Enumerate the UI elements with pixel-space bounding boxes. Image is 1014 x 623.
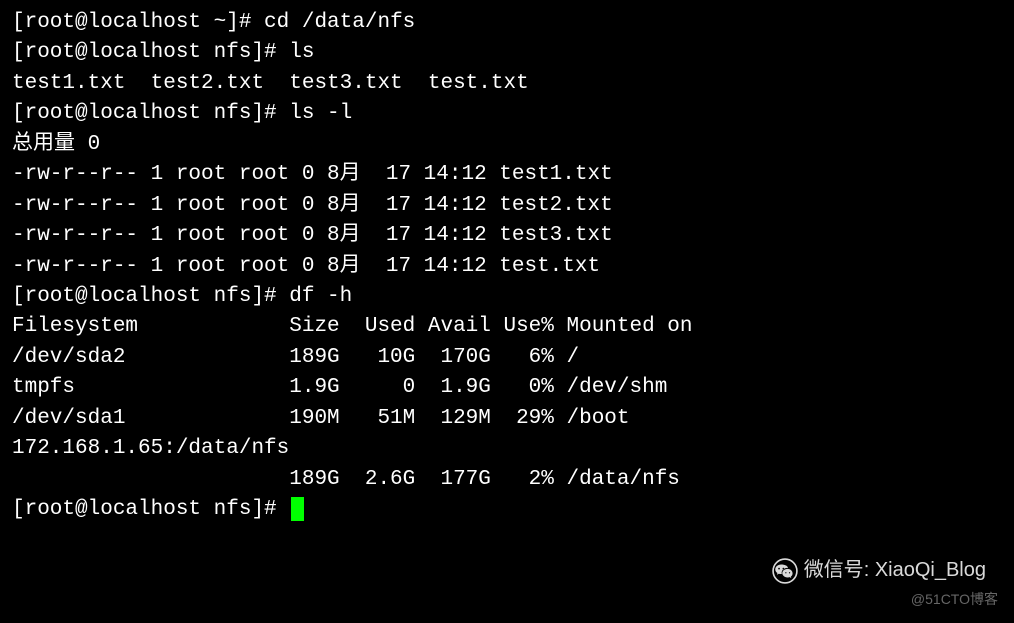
terminal-line: Filesystem Size Used Avail Use% Mounted … bbox=[12, 312, 1002, 342]
terminal-line: [root@localhost nfs]# ls bbox=[12, 38, 1002, 68]
shell-prompt: [root@localhost nfs]# bbox=[12, 102, 289, 125]
wechat-icon bbox=[772, 558, 798, 584]
shell-prompt: [root@localhost ~]# bbox=[12, 11, 264, 34]
shell-command: cd /data/nfs bbox=[264, 11, 415, 34]
terminal-line: [root@localhost ~]# cd /data/nfs bbox=[12, 8, 1002, 38]
terminal-line: [root@localhost nfs]# df -h bbox=[12, 282, 1002, 312]
shell-prompt: [root@localhost nfs]# bbox=[12, 41, 289, 64]
terminal-line: test1.txt test2.txt test3.txt test.txt bbox=[12, 69, 1002, 99]
terminal-line: tmpfs 1.9G 0 1.9G 0% /dev/shm bbox=[12, 373, 1002, 403]
shell-command: ls bbox=[289, 41, 314, 64]
shell-prompt: [root@localhost nfs]# bbox=[12, 285, 289, 308]
terminal-line: -rw-r--r-- 1 root root 0 8月 17 14:12 tes… bbox=[12, 160, 1002, 190]
cursor bbox=[291, 497, 304, 521]
wechat-label: 微信号: XiaoQi_Blog bbox=[804, 556, 986, 585]
shell-command: df -h bbox=[289, 285, 352, 308]
terminal-line: 172.168.1.65:/data/nfs bbox=[12, 434, 1002, 464]
terminal-line: [root@localhost nfs]# ls -l bbox=[12, 99, 1002, 129]
terminal-line: -rw-r--r-- 1 root root 0 8月 17 14:12 tes… bbox=[12, 252, 1002, 282]
shell-prompt: [root@localhost nfs]# bbox=[12, 498, 289, 521]
terminal-line: /dev/sda1 190M 51M 129M 29% /boot bbox=[12, 404, 1002, 434]
cto-watermark: @51CTO博客 bbox=[911, 589, 998, 609]
terminal-line: -rw-r--r-- 1 root root 0 8月 17 14:12 tes… bbox=[12, 221, 1002, 251]
wechat-watermark: 微信号: XiaoQi_Blog bbox=[772, 556, 986, 585]
shell-command: ls -l bbox=[289, 102, 352, 125]
terminal-line: -rw-r--r-- 1 root root 0 8月 17 14:12 tes… bbox=[12, 191, 1002, 221]
terminal-line: /dev/sda2 189G 10G 170G 6% / bbox=[12, 343, 1002, 373]
terminal-output[interactable]: [root@localhost ~]# cd /data/nfs[root@lo… bbox=[12, 8, 1002, 525]
terminal-line: 总用量 0 bbox=[12, 130, 1002, 160]
terminal-line: [root@localhost nfs]# bbox=[12, 495, 1002, 525]
terminal-line: 189G 2.6G 177G 2% /data/nfs bbox=[12, 465, 1002, 495]
